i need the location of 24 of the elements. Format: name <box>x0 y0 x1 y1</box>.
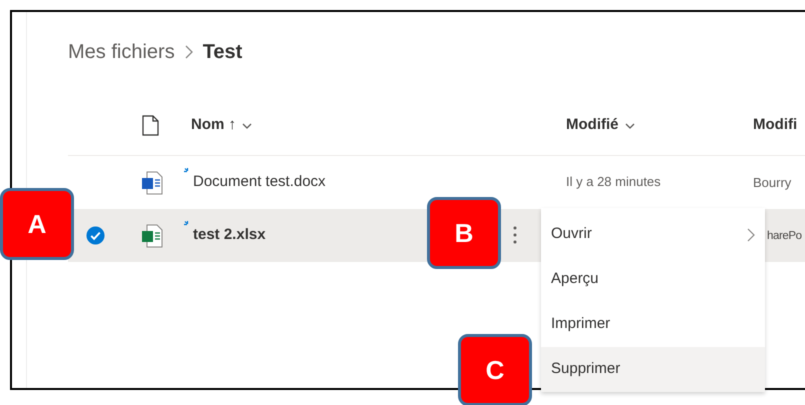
callout-label: B <box>427 197 501 269</box>
column-header[interactable]: Modifi <box>753 114 798 137</box>
excel-file-icon <box>140 224 164 248</box>
breadcrumb-item[interactable]: Mes fichiers <box>68 37 175 67</box>
callout-label: A <box>0 188 74 260</box>
table-cell: Bourry <box>753 174 792 190</box>
modified-date: Il y a 28 minutes <box>566 174 661 190</box>
word-file-icon <box>140 170 164 194</box>
menu-item[interactable]: Aperçu <box>541 257 765 302</box>
file-icon <box>142 115 159 136</box>
menu-item[interactable]: Imprimer <box>541 302 765 347</box>
breadcrumb-item: Test <box>202 40 242 65</box>
checkmark-icon[interactable] <box>86 226 105 245</box>
file-name[interactable]: test 2.xlsx <box>191 226 266 244</box>
more-options-icon[interactable] <box>512 224 518 245</box>
chevron-right-icon <box>184 45 193 59</box>
table-cell: harePo <box>767 230 802 242</box>
callout-label: C <box>458 334 532 405</box>
chevron-right-icon <box>747 228 755 242</box>
column-header[interactable]: Modifié <box>566 114 618 137</box>
menu-item[interactable]: Ouvrir <box>541 212 765 257</box>
column-header[interactable]: Nom ↑ <box>191 114 236 137</box>
file-name[interactable]: Document test.docx <box>191 173 326 190</box>
menu-item[interactable]: Supprimer <box>541 347 765 392</box>
